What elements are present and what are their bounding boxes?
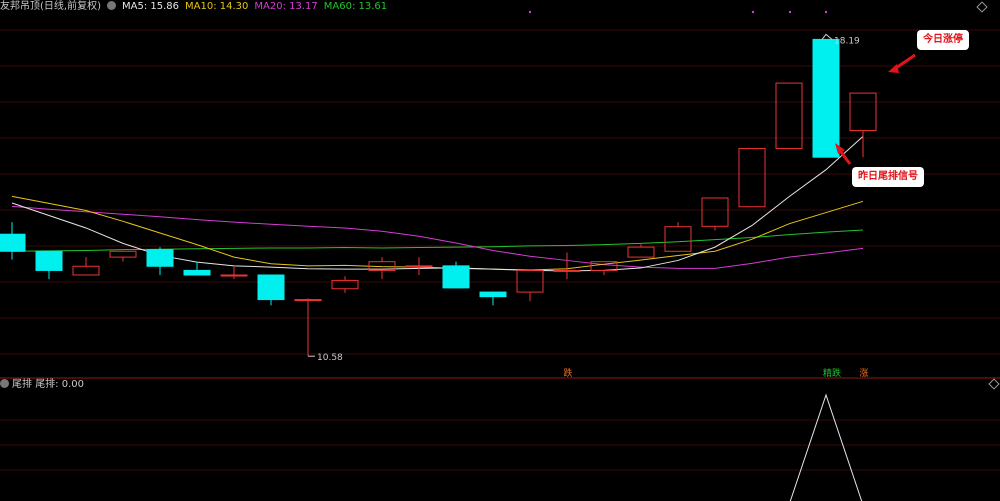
subpanel-line <box>789 393 863 501</box>
subpanel-circle-icon[interactable] <box>0 379 9 388</box>
signal-marker: 涨 <box>859 368 868 379</box>
settings-circle-icon[interactable] <box>106 1 116 10</box>
candlestick-chart: 18.19 10.58 跌 精跌 涨 <box>0 10 1000 501</box>
candle-body <box>627 246 655 258</box>
ma5-line <box>11 136 864 272</box>
signal-marker: 跌 <box>563 368 572 379</box>
candle-body <box>516 269 544 293</box>
yesterday-signal-note: 昨日尾排信号 <box>852 167 924 187</box>
candle-body <box>738 147 766 208</box>
candle-body <box>109 250 137 258</box>
high-arrow <box>821 33 833 40</box>
candle-body <box>35 250 63 271</box>
candle-body <box>257 274 285 301</box>
ma10-label: MA10: 14.30 <box>185 1 249 12</box>
top-marker-dot <box>788 10 792 14</box>
candle-body <box>664 226 692 252</box>
candle-body <box>849 92 877 132</box>
subpanel-name: 尾排 <box>12 379 32 390</box>
candle-body <box>442 265 470 289</box>
low-label: 10.58 <box>317 353 343 363</box>
subpanel-header: 尾排 尾排: 0.00 <box>0 379 84 391</box>
ma10-line <box>11 195 864 271</box>
candle-body <box>72 265 100 276</box>
high-label: 18.19 <box>834 36 860 46</box>
top-marker-dot <box>824 10 828 14</box>
ma5-label: MA5: 15.86 <box>121 1 179 12</box>
ma60-label: MA60: 13.61 <box>323 1 388 12</box>
subpanel-value: 尾排: 0.00 <box>35 379 85 390</box>
candle-body <box>294 299 322 302</box>
ma60-line <box>11 229 864 252</box>
ma20-line <box>11 205 864 269</box>
today-limit-up-note: 今日涨停 <box>917 30 969 50</box>
ma20-label: MA20: 13.17 <box>254 1 318 12</box>
candle-body <box>0 233 26 252</box>
candle-body <box>553 269 581 272</box>
candle-body <box>183 269 211 276</box>
candle-body <box>405 265 433 268</box>
top-marker-dot <box>528 10 532 14</box>
candle-body <box>146 249 174 267</box>
candle-body <box>812 38 840 158</box>
top-marker-dot <box>751 10 755 14</box>
stock-title: 友邦吊顶(日线,前复权) <box>0 1 101 12</box>
candle-body <box>775 82 803 149</box>
candle-body <box>479 291 507 298</box>
candle-body <box>220 274 248 277</box>
candle-body <box>701 197 729 227</box>
chart-header: 友邦吊顶(日线,前复权) MA5: 15.86 MA10: 14.30 MA20: 1… <box>0 0 393 14</box>
signal-marker: 精跌 <box>823 367 841 379</box>
